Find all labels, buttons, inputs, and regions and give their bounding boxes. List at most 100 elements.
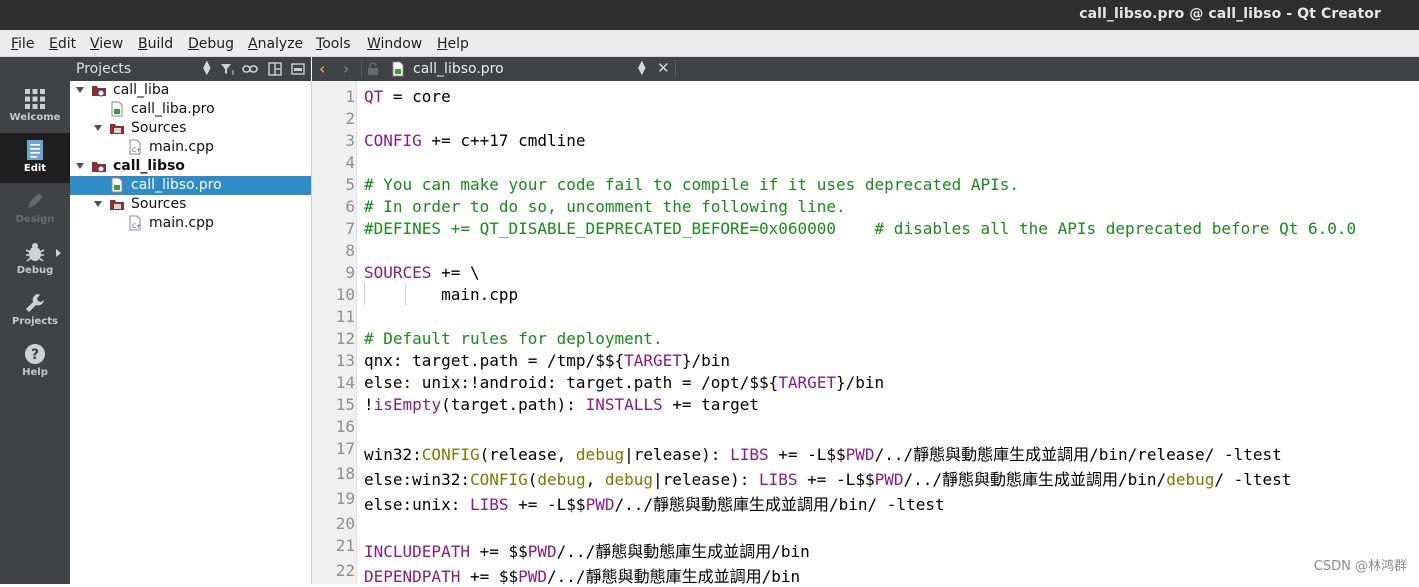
project-icon: [92, 162, 106, 173]
line-number: 20: [335, 514, 355, 533]
line-number: 15: [335, 395, 355, 414]
code-token: PWD: [585, 495, 615, 514]
projects-view-selector[interactable]: Projects: [76, 61, 131, 77]
menu-debug[interactable]: Debug: [188, 36, 234, 52]
tree-item-label: call_liba: [113, 82, 170, 98]
open-file-selector[interactable]: call_libso.pro: [413, 61, 504, 77]
code-token: (release,: [479, 445, 576, 464]
mode-label: Debug: [16, 265, 54, 276]
split-icon[interactable]: [267, 61, 283, 77]
mode-debug[interactable]: Debug: [0, 235, 70, 285]
code-token: else:win32:: [364, 470, 470, 489]
tree-item-call-liba[interactable]: call_liba: [70, 81, 311, 100]
code-token: else:unix:: [364, 495, 470, 514]
watermark: CSDN @林鸿群: [1313, 559, 1407, 574]
menu-file[interactable]: File: [11, 36, 34, 52]
menu-window[interactable]: Window: [367, 36, 422, 52]
mode-design[interactable]: Design: [0, 184, 70, 234]
line-number: 18: [335, 464, 355, 483]
code-line-1: QT = core: [364, 87, 451, 106]
expand-arrow-icon[interactable]: [94, 125, 102, 131]
code-line-3: CONFIG += c++17 cmdline: [364, 131, 586, 150]
tree-item-main-cpp[interactable]: C+ main.cpp: [70, 138, 311, 157]
help-icon: ?: [25, 344, 45, 364]
mode-edit[interactable]: Edit: [0, 133, 70, 183]
tree-item-sources[interactable]: Sources: [70, 195, 311, 214]
code-token: qnx: target.path = /tmp/$${: [364, 351, 625, 370]
tree-item-main-cpp[interactable]: C+ main.cpp: [70, 214, 311, 233]
line-number: 8: [345, 241, 355, 260]
forward-arrow-icon[interactable]: ›: [343, 59, 349, 78]
code-token: LIBS: [758, 470, 798, 489]
tree-item-label: main.cpp: [149, 215, 214, 231]
menu-view[interactable]: View: [90, 36, 123, 52]
code-token: /../靜態與動態庫生成並調用/bin: [556, 542, 810, 561]
code-token: PWD: [527, 542, 557, 561]
tree-item-label: call_liba.pro: [131, 101, 215, 117]
code-line-21: INCLUDEPATH += $$PWD/../靜態與動態庫生成並調用/bin: [364, 538, 810, 562]
code-token: LIBS: [469, 495, 509, 514]
document-icon: [27, 140, 43, 160]
projects-panel-header: Projects ▲ ▼: [70, 57, 311, 81]
mode-label: Welcome: [9, 112, 61, 123]
close-pane-icon[interactable]: [290, 61, 306, 77]
close-icon[interactable]: ✕: [657, 59, 670, 77]
title-bar: call_libso.pro @ call_libso - Qt Creator: [0, 0, 1419, 30]
wrench-icon: [26, 294, 44, 312]
menu-analyze[interactable]: Analyze: [248, 36, 303, 52]
code-token: |release):: [624, 445, 731, 464]
menu-edit[interactable]: Edit: [49, 36, 76, 52]
code-line-6: # In order to do so, uncomment the follo…: [364, 197, 846, 216]
updown-arrow-icon[interactable]: ▲ ▼: [638, 60, 646, 77]
tree-item-label: main.cpp: [149, 139, 214, 155]
editor-toolbar: ‹ › call_libso.pro ▲ ▼ ✕: [312, 57, 1419, 81]
tree-item-call-libso-pro[interactable]: call_libso.pro: [70, 176, 311, 195]
folder-icon: [110, 124, 124, 134]
mode-welcome[interactable]: Welcome: [0, 82, 70, 132]
tree-item-label: call_libso: [113, 158, 185, 174]
code-token: += target: [662, 395, 759, 414]
back-arrow-icon[interactable]: ‹: [319, 59, 325, 78]
expand-arrow-icon[interactable]: [76, 163, 84, 169]
tree-item-sources[interactable]: Sources: [70, 119, 311, 138]
updown-arrow-icon[interactable]: ▲ ▼: [203, 60, 211, 77]
code-editor[interactable]: 1 2 3 4 5 6 7 8 9 10 11 12 13 14 15 16 1…: [312, 81, 1419, 586]
code-line-9: SOURCES += \: [364, 263, 480, 282]
project-icon: [92, 86, 106, 97]
code-line-10: main.cpp: [364, 285, 519, 304]
menu-build[interactable]: Build: [138, 36, 173, 52]
tree-item-call-libso[interactable]: call_libso: [70, 157, 311, 176]
code-token: SOURCES: [364, 263, 432, 282]
code-token: debug: [575, 445, 625, 464]
mode-projects[interactable]: Projects: [0, 286, 70, 336]
code-token: INCLUDEPATH: [364, 542, 470, 561]
code-token: /../靜態與動態庫生成並調用/bin/: [903, 470, 1167, 489]
filter-icon[interactable]: [219, 61, 235, 77]
mode-label: Edit: [23, 163, 47, 174]
file-icon: [392, 61, 404, 77]
svg-text:C+: C+: [132, 147, 141, 154]
line-number: 7: [345, 219, 355, 238]
expand-arrow-icon[interactable]: [94, 201, 102, 207]
code-token: |release):: [653, 470, 759, 489]
code-token: }/bin: [836, 373, 885, 392]
expand-arrow-icon[interactable]: [56, 249, 61, 257]
pen-icon: [28, 193, 43, 208]
code-token: QT: [364, 87, 384, 106]
link-icon[interactable]: [242, 61, 258, 77]
tree-item-call-liba-pro[interactable]: call_liba.pro: [70, 100, 311, 119]
toolbar-separator: [361, 60, 362, 78]
line-number: 13: [335, 351, 355, 370]
expand-arrow-icon[interactable]: [76, 87, 84, 93]
code-line-18: else:win32:CONFIG(debug, debug|release):…: [364, 466, 1291, 490]
cpp-file-icon: C+: [129, 215, 141, 231]
file-icon: [111, 101, 123, 117]
lock-icon[interactable]: [367, 62, 379, 76]
code-token: PWD: [518, 567, 548, 586]
mode-bar: Welcome Edit Design Debug Projects ? Hel…: [0, 57, 70, 584]
menu-help[interactable]: Help: [437, 36, 469, 52]
code-token: (target.path):: [441, 395, 586, 414]
code-line-12: # Default rules for deployment.: [364, 329, 663, 348]
mode-help[interactable]: ? Help: [0, 337, 70, 387]
menu-tools[interactable]: Tools: [316, 36, 351, 52]
